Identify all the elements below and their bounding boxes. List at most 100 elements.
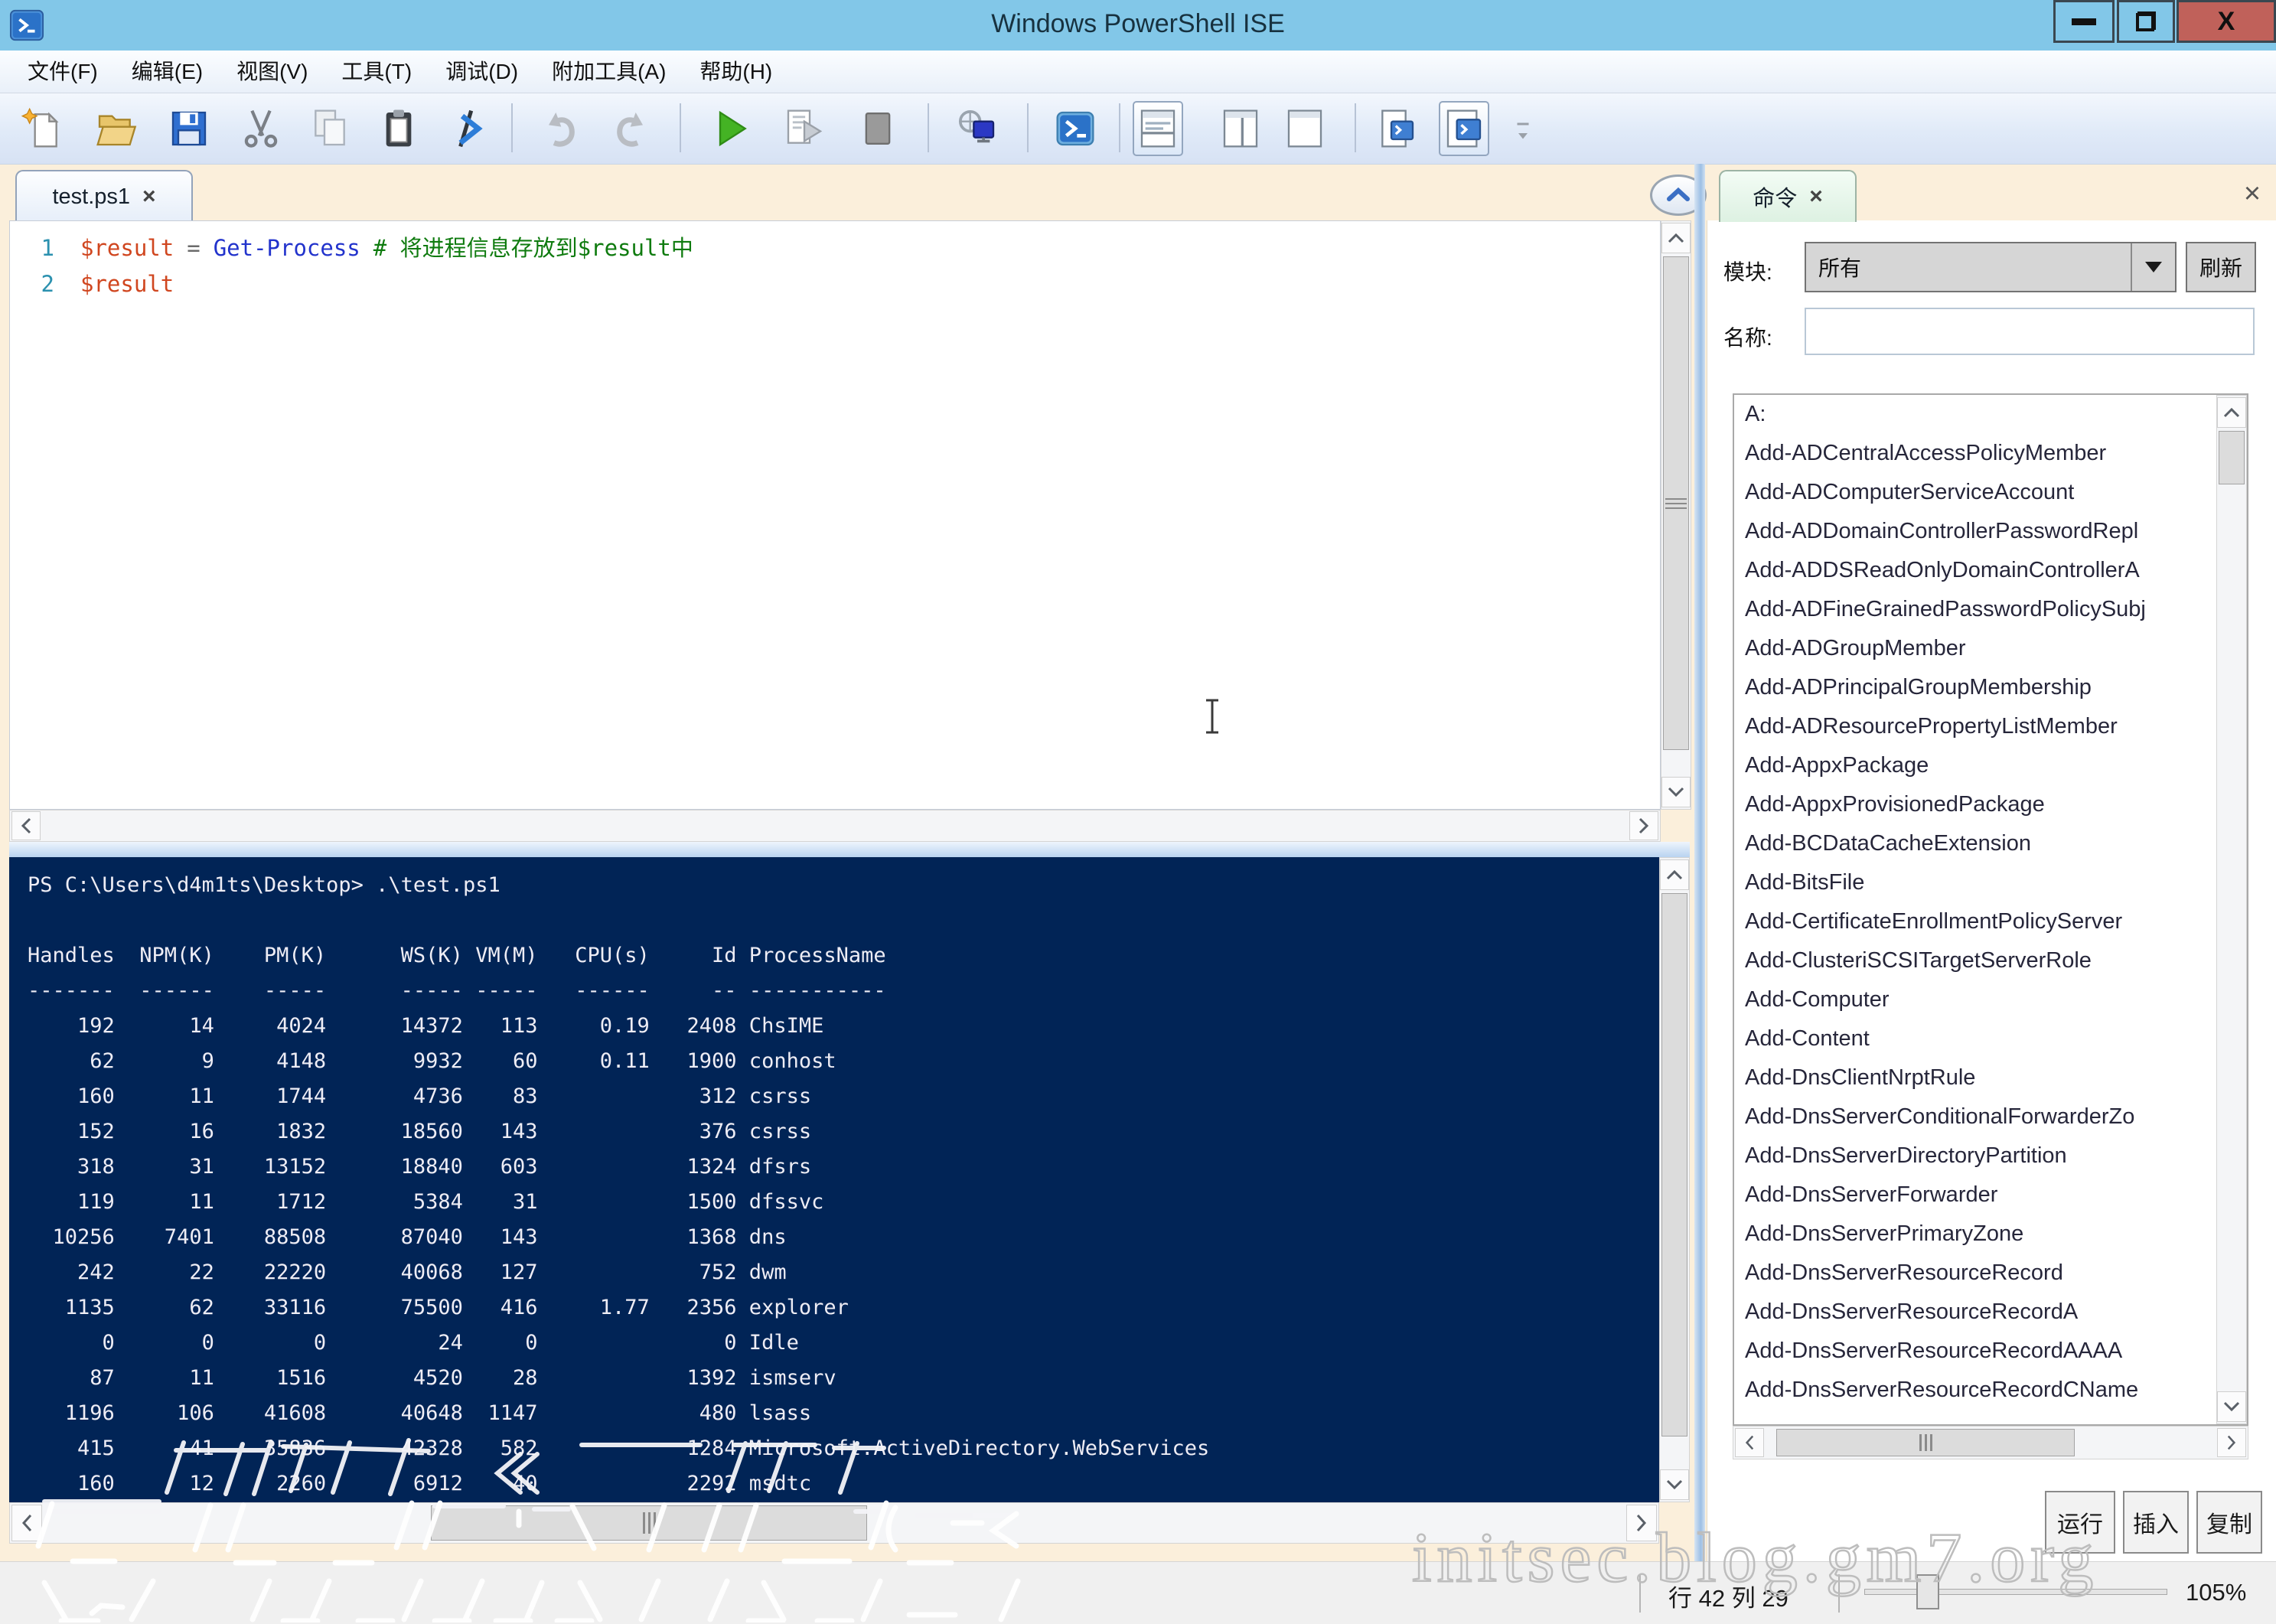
- list-item[interactable]: Add-DnsServerResourceRecord: [1734, 1254, 2206, 1293]
- menu-help[interactable]: 帮助(H): [683, 54, 789, 90]
- script-editor[interactable]: 1 $result = Get-Process # 将进程信息存放到$resul…: [9, 220, 1661, 810]
- close-button[interactable]: X: [2177, 0, 2276, 43]
- dropdown-arrow-button[interactable]: [2131, 243, 2175, 291]
- clear-console-button[interactable]: [442, 101, 493, 156]
- tab-commands[interactable]: 命令 ×: [1719, 170, 1857, 222]
- paste-button[interactable]: [373, 101, 424, 156]
- scroll-down-button[interactable]: [2217, 1391, 2246, 1422]
- start-powershell-button[interactable]: [1050, 101, 1101, 156]
- list-item[interactable]: Add-ADFineGrainedPasswordPolicySubj: [1734, 590, 2206, 629]
- console-hscrollbar[interactable]: [9, 1502, 1659, 1544]
- cut-button[interactable]: [236, 101, 286, 156]
- scroll-grip: [1665, 502, 1687, 504]
- redo-button[interactable]: [607, 101, 657, 156]
- scroll-left-button[interactable]: [11, 811, 41, 840]
- commands-hscroll-thumb[interactable]: [1776, 1429, 2075, 1456]
- list-item[interactable]: Add-AppxPackage: [1734, 746, 2206, 785]
- open-script-button[interactable]: [90, 101, 141, 156]
- show-script-pane-right-button[interactable]: [1215, 101, 1266, 156]
- list-item[interactable]: Add-AppxProvisionedPackage: [1734, 785, 2206, 824]
- list-item[interactable]: Add-DnsServerResourceRecordCName: [1734, 1371, 2206, 1410]
- list-item[interactable]: Add-DnsServerResourceRecordA: [1734, 1293, 2206, 1332]
- list-item[interactable]: Add-ADResourcePropertyListMember: [1734, 707, 2206, 746]
- menu-edit[interactable]: 编辑(E): [115, 54, 220, 90]
- list-item[interactable]: Add-DnsServerResourceRecordAAAA: [1734, 1332, 2206, 1371]
- list-item[interactable]: A:: [1734, 395, 2206, 434]
- scroll-left-button[interactable]: [1735, 1428, 1764, 1457]
- run-script-button[interactable]: [706, 101, 756, 156]
- list-item[interactable]: Add-ADCentralAccessPolicyMember: [1734, 434, 2206, 473]
- editor-vscroll-thumb[interactable]: [1663, 256, 1689, 750]
- panel-splitter[interactable]: [1694, 164, 1705, 1561]
- list-item[interactable]: Add-BCDataCacheExtension: [1734, 824, 2206, 863]
- menu-file[interactable]: 文件(F): [11, 54, 115, 90]
- zoom-slider-track[interactable]: [1864, 1589, 2167, 1595]
- tab-close-icon[interactable]: ×: [142, 184, 156, 210]
- minimize-button[interactable]: [2053, 0, 2115, 43]
- insert-button[interactable]: 插入: [2123, 1491, 2189, 1554]
- editor-vscrollbar[interactable]: [1661, 220, 1691, 810]
- editor-hscrollbar[interactable]: [9, 810, 1661, 842]
- name-input[interactable]: [1805, 308, 2255, 355]
- list-item[interactable]: Add-BitsFile: [1734, 863, 2206, 902]
- list-item[interactable]: Add-ADComputerServiceAccount: [1734, 473, 2206, 512]
- list-item[interactable]: Add-DnsServerForwarder: [1734, 1176, 2206, 1215]
- tab-test-ps1[interactable]: test.ps1 ×: [15, 170, 193, 222]
- scroll-right-button[interactable]: [2217, 1428, 2246, 1457]
- restore-button[interactable]: [2117, 0, 2175, 43]
- console-hscroll-thumb[interactable]: [431, 1505, 867, 1541]
- commands-tab-close-icon[interactable]: ×: [1809, 184, 1823, 210]
- list-item[interactable]: Add-DnsServerPrimaryZone: [1734, 1215, 2206, 1254]
- show-command-addon-button[interactable]: [1371, 101, 1422, 156]
- menu-debug[interactable]: 调试(D): [429, 54, 535, 90]
- new-remote-powershell-tab-button[interactable]: [952, 101, 1003, 156]
- copy-result-button[interactable]: 复制: [2196, 1491, 2262, 1554]
- list-item[interactable]: Add-CertificateEnrollmentPolicyServer: [1734, 902, 2206, 941]
- list-item[interactable]: Add-DnsClientNrptRule: [1734, 1058, 2206, 1097]
- scroll-up-button[interactable]: [2217, 397, 2246, 428]
- pane-splitter[interactable]: [9, 842, 1690, 857]
- run-button[interactable]: 运行: [2045, 1491, 2115, 1554]
- console-pane[interactable]: PS C:\Users\d4m1ts\Desktop> .\test.ps1 H…: [9, 857, 1659, 1502]
- new-script-button[interactable]: [17, 101, 67, 156]
- list-item[interactable]: Add-ADPrincipalGroupMembership: [1734, 668, 2206, 707]
- scroll-right-button[interactable]: [1629, 811, 1658, 840]
- console-vscrollbar[interactable]: [1659, 857, 1690, 1502]
- show-script-pane-top-button[interactable]: [1133, 101, 1183, 156]
- run-selection-button[interactable]: [779, 101, 830, 156]
- list-item[interactable]: Add-ClusteriSCSITargetServerRole: [1734, 941, 2206, 980]
- stop-operation-button[interactable]: [853, 101, 903, 156]
- zoom-slider-thumb[interactable]: [1916, 1574, 1939, 1609]
- list-item[interactable]: Add-ADDSReadOnlyDomainControllerA: [1734, 551, 2206, 590]
- commands-vscrollbar[interactable]: [2216, 395, 2247, 1424]
- menu-addons[interactable]: 附加工具(A): [535, 54, 683, 90]
- menu-tools[interactable]: 工具(T): [324, 54, 429, 90]
- commands-hscrollbar[interactable]: [1733, 1426, 2248, 1459]
- list-item[interactable]: Add-Content: [1734, 1019, 2206, 1058]
- console-vscroll-thumb[interactable]: [1661, 893, 1687, 1436]
- list-item[interactable]: Add-DnsServerDirectoryPartition: [1734, 1136, 2206, 1176]
- list-item[interactable]: Add-DnsServerConditionalForwarderZo: [1734, 1097, 2206, 1136]
- scroll-right-button[interactable]: [1626, 1505, 1657, 1541]
- scroll-up-button[interactable]: [1661, 223, 1691, 253]
- commands-vscroll-thumb[interactable]: [2219, 431, 2245, 484]
- scroll-left-button[interactable]: [11, 1505, 42, 1541]
- menu-bar: 文件(F) 编辑(E) 视图(V) 工具(T) 调试(D) 附加工具(A) 帮助…: [0, 51, 2276, 93]
- scroll-down-button[interactable]: [1660, 1469, 1689, 1500]
- menu-view[interactable]: 视图(V): [220, 54, 324, 90]
- scroll-up-button[interactable]: [1660, 859, 1689, 890]
- save-button[interactable]: [164, 101, 214, 156]
- toolbar-overflow-button[interactable]: [1506, 101, 1540, 156]
- scroll-down-button[interactable]: [1661, 777, 1691, 807]
- list-item[interactable]: Add-ADDomainControllerPasswordRepl: [1734, 512, 2206, 551]
- module-dropdown[interactable]: 所有: [1805, 242, 2177, 292]
- list-item[interactable]: Add-ADGroupMember: [1734, 629, 2206, 668]
- commands-list[interactable]: A: Add-ADCentralAccessPolicyMember Add-A…: [1733, 393, 2248, 1426]
- commands-panel-close-icon[interactable]: ×: [2235, 176, 2270, 211]
- show-command-window-button[interactable]: [1439, 101, 1489, 156]
- show-script-pane-maximized-button[interactable]: [1280, 101, 1330, 156]
- refresh-button[interactable]: 刷新: [2186, 242, 2256, 292]
- copy-button[interactable]: [305, 101, 355, 156]
- undo-button[interactable]: [534, 101, 585, 156]
- list-item[interactable]: Add-Computer: [1734, 980, 2206, 1019]
